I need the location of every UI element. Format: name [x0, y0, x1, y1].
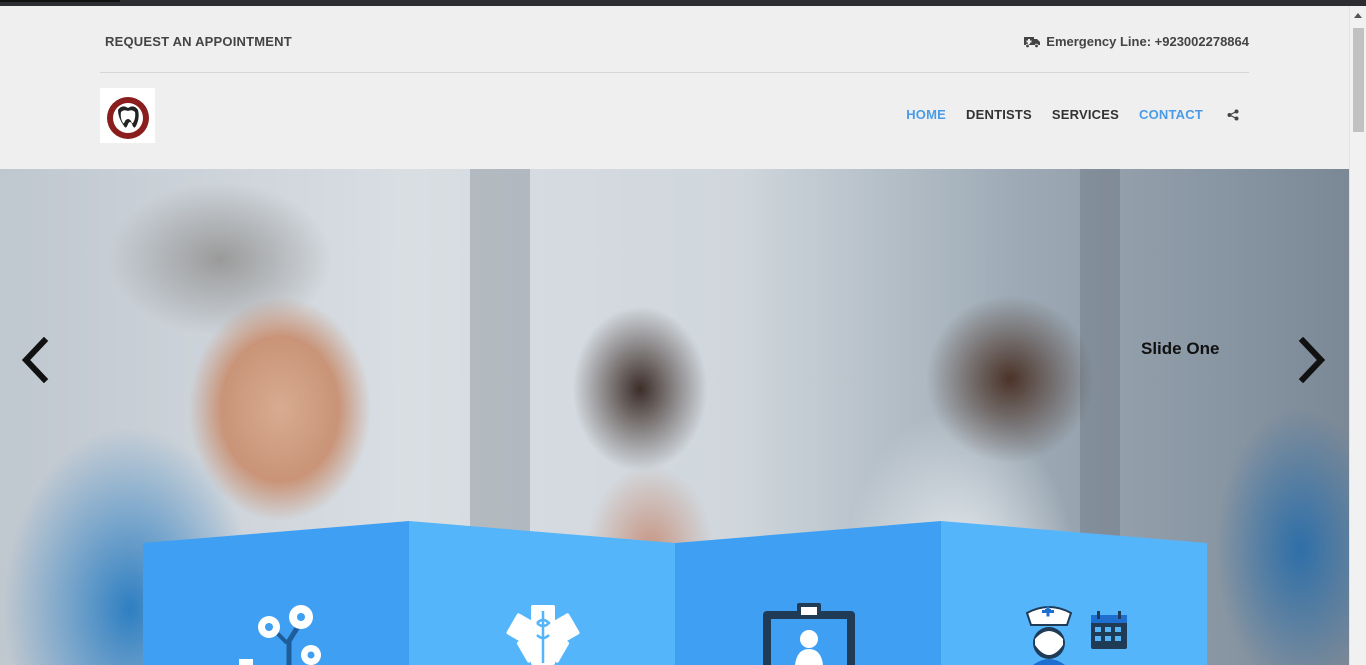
- main-nav: HOME DENTISTS SERVICES CONTACT: [906, 107, 1239, 122]
- gears-tree-icon: [239, 605, 321, 665]
- feature-panel-3[interactable]: [675, 521, 941, 665]
- site-logo[interactable]: [100, 88, 155, 143]
- feature-panel-2[interactable]: [409, 521, 675, 665]
- nav-home[interactable]: HOME: [906, 107, 946, 122]
- slide-title: Slide One: [1141, 339, 1220, 358]
- medical-star-icon: [506, 605, 580, 665]
- nav-dentists[interactable]: DENTISTS: [966, 107, 1032, 122]
- page-scrollbar[interactable]: [1349, 6, 1366, 665]
- top-strip-accent: [0, 0, 120, 2]
- slider-prev-button[interactable]: [20, 336, 50, 384]
- tooth-logo-icon: [107, 97, 149, 139]
- slider-next-button[interactable]: [1297, 336, 1327, 384]
- header-divider: [100, 72, 1249, 73]
- feature-panel-1[interactable]: [143, 521, 409, 665]
- emergency-line-text: Emergency Line: +923002278864: [1046, 34, 1249, 49]
- scrollbar-thumb[interactable]: [1353, 28, 1364, 132]
- request-appointment-link[interactable]: REQUEST AN APPOINTMENT: [105, 34, 292, 49]
- feature-panels: [143, 521, 1207, 665]
- chevron-right-icon: [1298, 336, 1326, 384]
- site-header: REQUEST AN APPOINTMENT Emergency Line: +…: [0, 6, 1349, 169]
- scroll-up-icon[interactable]: [1354, 13, 1362, 18]
- emergency-line: Emergency Line: +923002278864: [1024, 34, 1249, 49]
- hero-slider: Slide One: [0, 169, 1349, 665]
- chevron-left-icon: [21, 336, 49, 384]
- feature-panel-4[interactable]: [941, 521, 1207, 665]
- nurse-calendar-icon: [1025, 606, 1127, 665]
- ambulance-icon: [1024, 36, 1041, 48]
- nav-services[interactable]: SERVICES: [1052, 107, 1119, 122]
- doctor-badge-icon: [763, 603, 855, 665]
- share-icon[interactable]: [1227, 109, 1239, 121]
- nav-contact[interactable]: CONTACT: [1139, 107, 1203, 122]
